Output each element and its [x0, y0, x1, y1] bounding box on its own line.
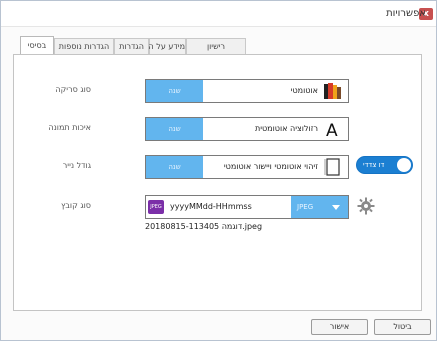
tab-basic[interactable]: בסיסי [20, 36, 54, 54]
scan-type-field[interactable]: שנה אוטומטי [145, 79, 349, 103]
scan-type-value: אוטומטי [290, 86, 318, 95]
page-outline-icon [323, 158, 343, 176]
paper-size-change-button[interactable]: שנה [146, 156, 203, 178]
paper-size-value: זיהוי אוטומטי ויישור אוטומטי [223, 162, 318, 171]
tab-additional-settings[interactable]: הגדרות נוספות [54, 38, 114, 54]
filename-preview: 20180815-113405 דוגמה.jpeg [145, 222, 263, 231]
file-type-field[interactable]: JPEG yyyyMMdd-HHmmss JPEG [145, 195, 349, 219]
paper-size-field[interactable]: שנה זיהוי אוטומטי ויישור אוטומטי [145, 155, 349, 179]
letter-a-icon: A [323, 120, 343, 141]
filename-pattern-input[interactable]: yyyyMMdd-HHmmss [170, 196, 252, 218]
scan-type-label: סוג סריקה [55, 85, 91, 94]
chevron-down-icon [332, 205, 340, 210]
tab-settings[interactable]: הגדרות [114, 38, 149, 54]
cancel-button[interactable]: ביטול [374, 319, 431, 335]
file-format-value: JPEG [297, 203, 314, 211]
title-bar: x אפשרויות [1, 1, 436, 27]
ok-button[interactable]: אישור [311, 319, 368, 335]
toggle-knob [397, 158, 411, 172]
svg-text:A: A [326, 121, 338, 138]
gear-icon[interactable] [357, 197, 375, 215]
duplex-toggle-label: דו צדדי [363, 161, 385, 169]
file-format-select[interactable]: JPEG [291, 196, 348, 218]
window-title: אפשרויות [386, 8, 426, 19]
options-dialog: x אפשרויות רישיון מידע על המוצר הגדרות ה… [0, 0, 437, 341]
image-quality-label: איכות תמונה [48, 123, 91, 132]
image-quality-field[interactable]: שנה רזולוציה אוטומטית A [145, 117, 349, 141]
scan-type-change-button[interactable]: שנה [146, 80, 203, 102]
image-quality-value: רזולוציה אוטומטית [254, 124, 318, 133]
color-book-icon [323, 82, 343, 100]
paper-size-label: גודל נייר [62, 161, 91, 170]
file-type-label: סוג קובץ [60, 201, 91, 210]
image-quality-change-button[interactable]: שנה [146, 118, 203, 140]
tab-product-info[interactable]: מידע על המוצר [132, 38, 186, 54]
tab-license[interactable]: רישיון [186, 38, 246, 54]
jpeg-badge-icon: JPEG [148, 200, 164, 214]
duplex-toggle[interactable]: דו צדדי [356, 156, 413, 174]
